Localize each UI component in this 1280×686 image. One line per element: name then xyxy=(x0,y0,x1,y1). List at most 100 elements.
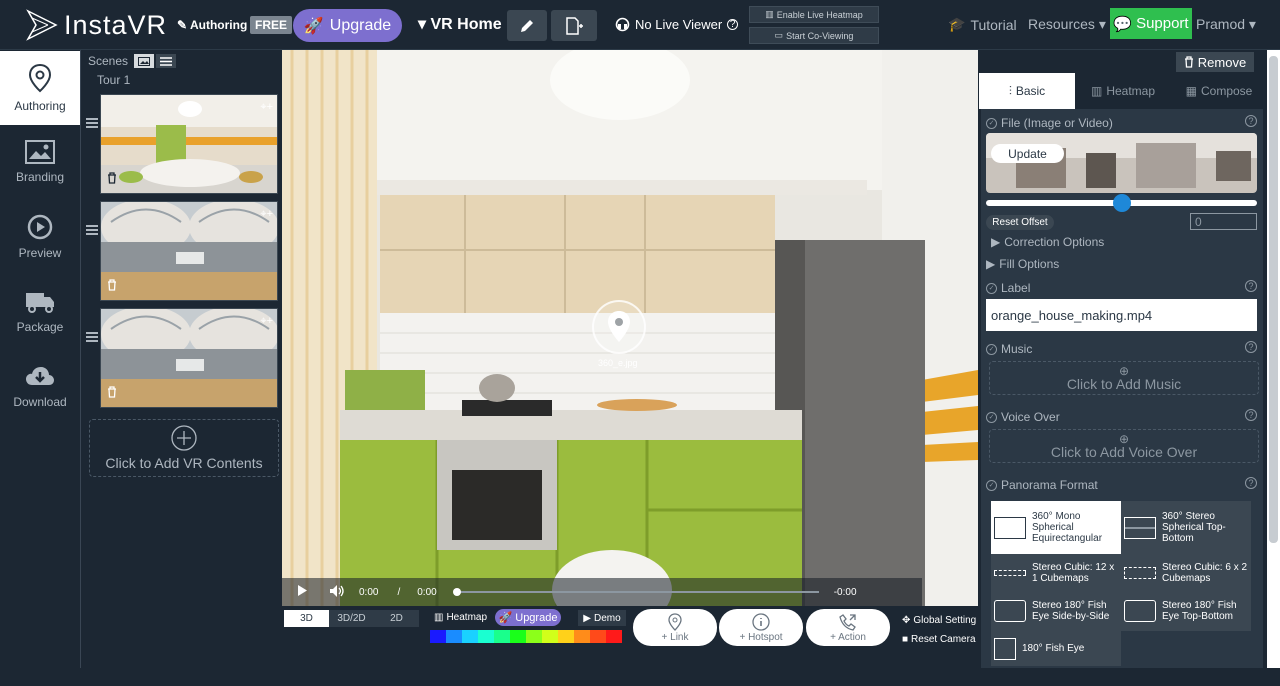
location-pin-icon xyxy=(668,612,682,631)
start-coviewing-button[interactable]: ▭ Start Co-Viewing xyxy=(749,27,879,44)
support-button[interactable]: 💬 Support xyxy=(1110,8,1192,39)
grid-view-icon[interactable] xyxy=(134,54,155,68)
pano-option-stereo-top-bottom[interactable]: 360° Stereo Spherical Top-Bottom xyxy=(1121,501,1251,554)
global-setting-button[interactable]: ✥ Global Setting xyxy=(902,615,976,626)
demo-button[interactable]: ▶ Demo xyxy=(578,610,626,626)
label-input[interactable] xyxy=(986,299,1257,331)
volume-icon[interactable] xyxy=(329,584,345,601)
add-vr-content-button[interactable]: Click to Add VR Contents xyxy=(89,419,279,477)
add-hotspot-button[interactable]: + Hotspot xyxy=(719,609,803,646)
play-icon[interactable] xyxy=(297,585,307,599)
tab-compose[interactable]: ▦ Compose xyxy=(1171,73,1267,109)
offset-slider-knob[interactable] xyxy=(1112,194,1131,212)
current-time: 0:00 xyxy=(359,586,379,598)
tutorial-link[interactable]: 🎓 Tutorial xyxy=(948,16,1017,33)
trash-icon[interactable] xyxy=(107,278,117,296)
new-project-button[interactable] xyxy=(551,10,597,41)
heat-color-swatch xyxy=(478,630,494,643)
scene-thumbnail[interactable]: ⌖+ xyxy=(100,201,278,301)
help-icon[interactable]: ? xyxy=(1245,409,1257,421)
nav-label: Preview xyxy=(18,246,62,260)
add-link-button[interactable]: + Link xyxy=(633,609,717,646)
nav-download[interactable]: Download xyxy=(0,350,80,424)
sliders-icon: ⫶ xyxy=(1008,83,1012,98)
scene-thumbnail[interactable]: ⌖+ xyxy=(100,308,278,408)
add-hotspot-pin-icon[interactable]: ⌖+ xyxy=(260,315,273,328)
fill-options-toggle[interactable]: ▶ Fill Options xyxy=(986,257,1059,271)
tab-3d-2d[interactable]: 3D/2D xyxy=(329,610,374,627)
add-hotspot-pin-icon[interactable]: ⌖+ xyxy=(260,208,273,221)
add-hotspot-label: + Hotspot xyxy=(739,631,783,643)
pano-option-fisheye-180[interactable]: 180° Fish Eye xyxy=(991,631,1121,666)
add-hotspot-pin-icon[interactable]: ⌖+ xyxy=(260,101,273,114)
phone-icon xyxy=(839,613,856,631)
trash-icon[interactable] xyxy=(107,385,117,403)
upgrade-label: Upgrade xyxy=(515,611,558,624)
nav-package[interactable]: Package xyxy=(0,275,80,349)
location-pin-icon xyxy=(608,311,630,342)
vr-viewer[interactable]: 360_e.jpg xyxy=(282,50,978,606)
drag-handle-icon[interactable] xyxy=(86,225,98,235)
scene-thumbnail[interactable]: ⌖+ xyxy=(100,94,278,194)
reset-camera-button[interactable]: ■ Reset Camera xyxy=(902,634,976,645)
scene-image xyxy=(101,309,277,407)
help-icon[interactable]: ? xyxy=(1245,280,1257,292)
pano-option-fisheye-top-bottom[interactable]: Stereo 180° Fish Eye Top-Bottom xyxy=(1121,591,1251,631)
nav-preview[interactable]: Preview xyxy=(0,200,80,274)
heatmap-upgrade-button[interactable]: 🚀 Upgrade xyxy=(495,609,561,626)
hotspot-marker[interactable] xyxy=(592,300,646,354)
label-section-label: ✓ Label xyxy=(986,281,1030,295)
resources-menu[interactable]: Resources ▾ xyxy=(1028,16,1106,33)
remove-button[interactable]: Remove xyxy=(1176,52,1254,72)
project-selector[interactable]: ▾ VR Home xyxy=(418,14,502,34)
tab-2d[interactable]: 2D xyxy=(374,610,419,627)
mode-label: ✎ Authoring xyxy=(177,18,248,32)
bar-chart-icon: ▥ xyxy=(765,9,774,19)
pano-option-fisheye-side-by-side[interactable]: Stereo 180° Fish Eye Side-by-Side xyxy=(991,591,1121,631)
offset-slider[interactable] xyxy=(986,194,1257,212)
upgrade-button[interactable]: 🚀 Upgrade xyxy=(293,9,402,42)
list-view-icon[interactable] xyxy=(156,54,177,68)
heatmap-text: Heatmap xyxy=(446,612,488,623)
user-menu[interactable]: Pramod ▾ xyxy=(1196,16,1256,33)
offset-input[interactable] xyxy=(1190,213,1257,230)
nav-authoring[interactable]: Authoring xyxy=(0,51,80,125)
add-action-button[interactable]: + Action xyxy=(806,609,890,646)
logo-text: InstaVR xyxy=(64,9,168,40)
pano-option-cubic-12x1[interactable]: Stereo Cubic: 12 x 1 Cubemaps xyxy=(991,554,1121,591)
pano-option-cubic-6x2[interactable]: Stereo Cubic: 6 x 2 Cubemaps xyxy=(1121,554,1251,591)
nav-branding[interactable]: Branding xyxy=(0,125,80,199)
panorama-section-label: ✓ Panorama Format xyxy=(986,478,1098,492)
logo[interactable]: InstaVR xyxy=(26,9,167,41)
chat-bubble-icon: 💬 xyxy=(1113,15,1133,33)
scrollbar-thumb[interactable] xyxy=(1269,56,1278,543)
pano-option-mono-equirect[interactable]: 360° Mono Spherical Equirectangular xyxy=(991,501,1121,554)
edit-project-button[interactable] xyxy=(507,10,547,41)
drag-handle-icon[interactable] xyxy=(86,332,98,342)
enable-heatmap-button[interactable]: ▥ Enable Live Heatmap xyxy=(749,6,879,23)
graduation-cap-icon: 🎓 xyxy=(948,16,966,32)
trash-icon[interactable] xyxy=(107,171,117,189)
drag-handle-icon[interactable] xyxy=(86,118,98,128)
help-icon[interactable]: ? xyxy=(1245,341,1257,353)
tab-heatmap[interactable]: ▥ Heatmap xyxy=(1075,73,1171,109)
tab-basic[interactable]: ⫶ Basic xyxy=(979,73,1075,109)
footer xyxy=(0,668,1280,686)
reset-offset-button[interactable]: Reset Offset xyxy=(986,215,1054,230)
tutorial-label: Tutorial xyxy=(970,16,1017,33)
update-file-button[interactable]: Update xyxy=(991,144,1064,163)
seek-knob[interactable] xyxy=(452,588,461,596)
cubemap-strip-icon xyxy=(994,569,1026,576)
correction-options-toggle[interactable]: ▶ Correction Options xyxy=(991,235,1104,249)
add-music-button[interactable]: ⊕ Click to Add Music xyxy=(989,361,1259,395)
seek-bar[interactable] xyxy=(452,588,819,596)
heat-color-swatch xyxy=(542,630,558,643)
help-icon[interactable]: ? xyxy=(727,19,739,30)
viewer-toolbar: 3D 3D/2D 2D ▥ Heatmap 🚀 Upgrade ▶ Demo + Li… xyxy=(282,606,980,668)
add-voice-over-button[interactable]: ⊕ Click to Add Voice Over xyxy=(989,429,1259,463)
help-icon[interactable]: ? xyxy=(1245,115,1257,127)
tab-3d[interactable]: 3D xyxy=(284,610,329,627)
properties-panel: Remove ⫶ Basic ▥ Heatmap ▦ Compose ✓ File (I… xyxy=(979,50,1267,668)
panel-scrollbar[interactable] xyxy=(1267,50,1280,668)
help-icon[interactable]: ? xyxy=(1245,477,1257,489)
